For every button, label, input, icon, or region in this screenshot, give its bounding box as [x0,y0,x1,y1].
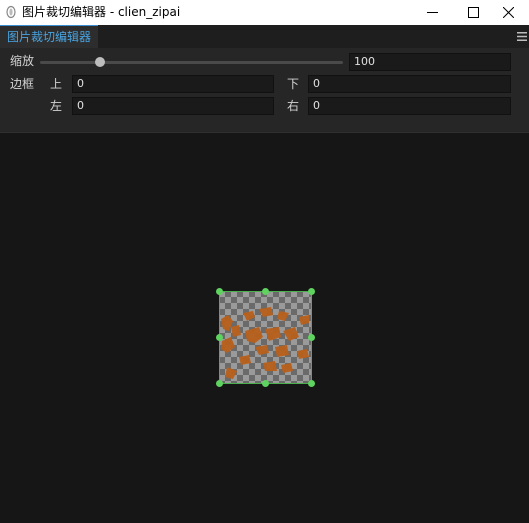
cropped-image [219,291,312,384]
crop-handle-top[interactable] [262,288,269,295]
border-bottom-field[interactable]: 0 [308,75,511,93]
crop-handle-right[interactable] [308,334,315,341]
crop-handle-bottom-left[interactable] [216,380,223,387]
zoom-slider-thumb[interactable] [95,57,105,67]
properties-panel: 缩放 100 边框 上 0 下 0 左 0 右 0 [0,48,529,133]
tab-strip: 图片裁切编辑器 [0,25,529,48]
maximize-icon [467,7,479,18]
zoom-slider-track[interactable] [40,61,343,64]
window-title: 图片裁切编辑器 - clien_zipai [22,5,181,19]
border-bottom-label: 下 [287,77,300,91]
crop-handle-bottom-right[interactable] [308,380,315,387]
tab-image-crop-editor[interactable]: 图片裁切编辑器 [0,25,99,48]
border-right-field[interactable]: 0 [308,97,511,115]
title-bar[interactable]: 图片裁切编辑器 - clien_zipai [0,0,529,25]
crop-handle-top-right[interactable] [308,288,315,295]
zoom-value-field[interactable]: 100 [349,53,511,71]
crop-handle-left[interactable] [216,334,223,341]
border-left-label: 左 [50,99,63,113]
crop-handle-top-left[interactable] [216,288,223,295]
hamburger-menu-icon[interactable] [517,31,527,42]
app-icon [6,5,16,19]
close-icon [502,7,514,18]
editor-window: 图片裁切编辑器 - clien_zipai 图片裁切编辑器 缩放 100 边框 … [0,0,529,523]
minimize-icon [426,12,438,13]
close-button[interactable] [487,0,529,25]
border-right-label: 右 [287,99,300,113]
crop-handle-bottom[interactable] [262,380,269,387]
minimize-button[interactable] [411,0,453,25]
border-label: 边框 [10,77,35,91]
zoom-label: 缩放 [10,54,35,68]
crop-box[interactable] [216,288,315,387]
border-top-label: 上 [50,77,63,91]
editor-canvas[interactable] [0,133,529,523]
border-left-field[interactable]: 0 [72,97,274,115]
border-top-field[interactable]: 0 [72,75,274,93]
